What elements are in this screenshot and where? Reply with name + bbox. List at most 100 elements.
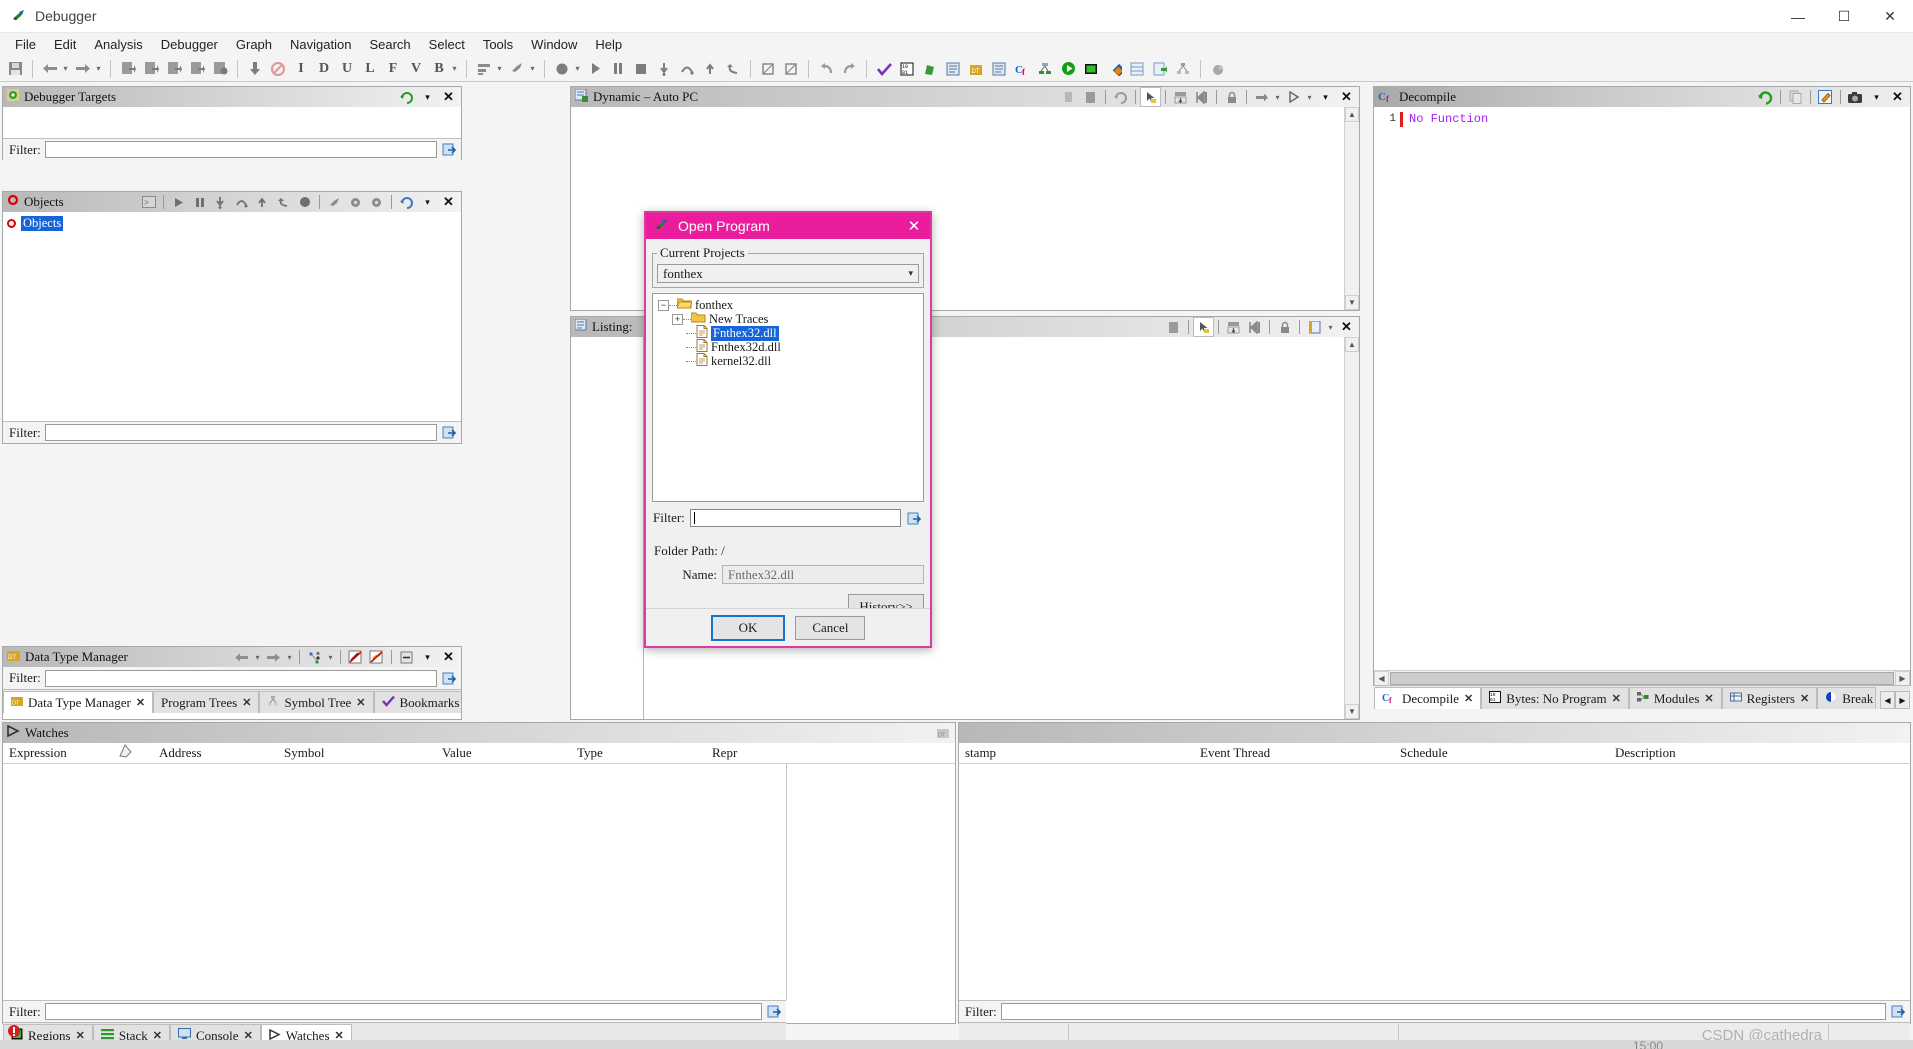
menu-select[interactable]: Select xyxy=(420,35,474,54)
run-icon[interactable] xyxy=(1057,58,1079,80)
toggle-header-icon[interactable] xyxy=(1171,88,1190,106)
filter-options-icon[interactable] xyxy=(766,1003,783,1020)
navigate-icon[interactable] xyxy=(1245,318,1264,336)
snapshot-camera-icon[interactable] xyxy=(1846,88,1865,106)
filter-options-icon[interactable] xyxy=(1890,1003,1907,1020)
pause-icon[interactable] xyxy=(190,193,209,211)
step-out-icon[interactable] xyxy=(699,58,721,80)
close-icon[interactable]: ✕ xyxy=(1337,88,1356,106)
tree-row-kernel32-dll[interactable]: kernel32.dll xyxy=(656,352,920,368)
filter-input[interactable] xyxy=(44,424,437,441)
column-type[interactable]: Type xyxy=(571,745,706,761)
attach-icon[interactable] xyxy=(325,193,344,211)
toggle-header-icon[interactable] xyxy=(1224,318,1243,336)
clear-code-icon[interactable] xyxy=(267,58,289,80)
forward-arrow-icon[interactable] xyxy=(72,58,94,80)
close-icon[interactable]: ✕ xyxy=(136,696,145,709)
scroll-right-icon[interactable]: ▶ xyxy=(1895,670,1910,685)
tree-row-project-root[interactable]: − fonthex xyxy=(656,298,920,312)
back-caret-icon[interactable]: ▾ xyxy=(253,648,262,666)
chevron-down-icon[interactable]: ▾ xyxy=(908,268,913,279)
decompile-body[interactable]: 1 No Function ◀ ▶ xyxy=(1374,107,1910,685)
filter-input[interactable] xyxy=(1000,1003,1886,1020)
chevron-down-icon[interactable]: ▾ xyxy=(1867,88,1886,106)
filter-options-icon[interactable] xyxy=(441,424,458,441)
close-icon[interactable]: ✕ xyxy=(1337,318,1356,336)
back-arrow-icon[interactable] xyxy=(232,648,251,666)
step-into-icon[interactable] xyxy=(653,58,675,80)
filter-input[interactable] xyxy=(44,1003,762,1020)
variable-letter-icon[interactable]: V xyxy=(405,58,427,80)
step-back-icon[interactable] xyxy=(722,58,744,80)
dt-icon[interactable]: DT xyxy=(933,724,952,742)
menu-search[interactable]: Search xyxy=(360,35,419,54)
struct-dropdown-caret-icon[interactable]: ▾ xyxy=(496,58,505,80)
disassemble-down-icon[interactable] xyxy=(244,58,266,80)
menu-navigation[interactable]: Navigation xyxy=(281,35,360,54)
close-icon[interactable]: ✕ xyxy=(1800,692,1809,705)
filter-options-icon[interactable] xyxy=(906,510,923,527)
undo-icon[interactable] xyxy=(815,58,837,80)
lock-icon[interactable] xyxy=(1275,318,1294,336)
no-edit-icon[interactable] xyxy=(346,648,365,666)
close-icon[interactable]: ✕ xyxy=(1464,692,1473,705)
watches-body[interactable] xyxy=(3,764,955,1000)
target-refresh-icon[interactable] xyxy=(397,88,416,106)
chevron-down-icon[interactable]: ▾ xyxy=(1316,88,1335,106)
goto-icon[interactable] xyxy=(1252,88,1271,106)
column-value[interactable]: Value xyxy=(436,745,571,761)
listing-caret-icon[interactable]: ▾ xyxy=(1326,318,1335,336)
tab-registers[interactable]: Registers ✕ xyxy=(1721,687,1818,709)
name-field[interactable]: Fnthex32.dll xyxy=(722,565,924,584)
data-letter-icon[interactable]: D xyxy=(313,58,335,80)
memory-map-icon[interactable] xyxy=(988,58,1010,80)
resume-icon[interactable] xyxy=(584,58,606,80)
export-table-icon[interactable] xyxy=(1149,58,1171,80)
track-icon[interactable] xyxy=(1284,88,1303,106)
detach-icon[interactable] xyxy=(367,193,386,211)
column-snap-stamp[interactable]: stamp xyxy=(959,745,1194,761)
close-icon[interactable]: ✕ xyxy=(439,648,458,666)
goto-caret-icon[interactable]: ▾ xyxy=(1273,88,1282,106)
close-icon[interactable]: ✕ xyxy=(242,696,251,709)
menu-graph[interactable]: Graph xyxy=(227,35,281,54)
refresh-icon[interactable] xyxy=(1111,88,1130,106)
function-letter-icon[interactable]: F xyxy=(382,58,404,80)
edit-icon[interactable] xyxy=(1816,88,1835,106)
menu-tools[interactable]: Tools xyxy=(474,35,522,54)
structure-icon[interactable] xyxy=(473,58,495,80)
menu-window[interactable]: Window xyxy=(522,35,586,54)
cursor-icon[interactable] xyxy=(1140,87,1161,107)
scroll-up-icon[interactable]: ▲ xyxy=(1345,337,1359,352)
import-batch-icon[interactable] xyxy=(163,58,185,80)
export-file-icon[interactable] xyxy=(140,58,162,80)
tab-data-type-manager[interactable]: DT Data Type Manager ✕ xyxy=(3,691,154,713)
stop-record-icon[interactable] xyxy=(295,193,314,211)
tab-program-trees[interactable]: Program Trees ✕ xyxy=(153,691,260,713)
forward-caret-icon[interactable]: ▾ xyxy=(285,648,294,666)
menu-analysis[interactable]: Analysis xyxy=(85,35,151,54)
check-mark-icon[interactable] xyxy=(873,58,895,80)
close-icon[interactable]: ✕ xyxy=(439,193,458,211)
scroll-thumb[interactable] xyxy=(1390,671,1894,685)
tab-modules[interactable]: Modules ✕ xyxy=(1628,687,1722,709)
refresh-icon[interactable] xyxy=(397,193,416,211)
letters-dropdown-caret-icon[interactable]: ▾ xyxy=(451,58,460,80)
menu-debugger[interactable]: Debugger xyxy=(152,35,227,54)
dynamic-vertical-scrollbar[interactable]: ▲ ▼ xyxy=(1344,107,1359,310)
minimize-button[interactable]: — xyxy=(1775,0,1821,33)
project-combobox[interactable]: fonthex ▾ xyxy=(657,264,919,283)
console-icon[interactable]: > xyxy=(139,193,158,211)
chevron-down-icon[interactable]: ▾ xyxy=(418,648,437,666)
menu-edit[interactable]: Edit xyxy=(45,35,85,54)
scroll-up-icon[interactable]: ▲ xyxy=(1345,107,1359,122)
column-schedule[interactable]: Schedule xyxy=(1394,745,1609,761)
decompile-horizontal-scrollbar[interactable]: ◀ ▶ xyxy=(1374,670,1910,685)
cancel-button[interactable]: Cancel xyxy=(795,615,866,640)
step-out-icon[interactable] xyxy=(253,193,272,211)
record-dropdown-caret-icon[interactable]: ▾ xyxy=(574,58,583,80)
tab-bookmarks[interactable]: Bookmarks ✕ xyxy=(373,691,461,713)
forward-arrow-icon[interactable] xyxy=(264,648,283,666)
objects-tree-body[interactable]: Objects xyxy=(3,212,461,421)
expand-knob-icon[interactable]: + xyxy=(672,313,683,325)
